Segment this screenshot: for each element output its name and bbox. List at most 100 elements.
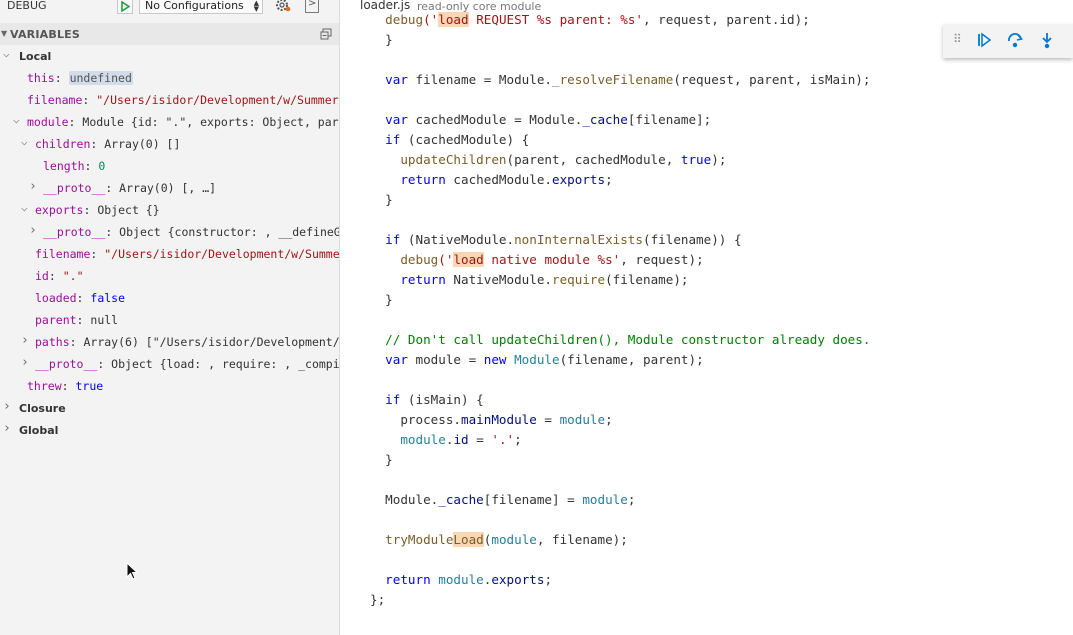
code-token: REQUEST %s parent: %s': [468, 12, 643, 27]
scope-global[interactable]: › Global: [0, 420, 339, 440]
code-token: (isMain) {: [400, 392, 484, 407]
variable-row[interactable]: ⌵ exports: Object {}: [0, 200, 339, 220]
scope-local[interactable]: ⌵ Local: [0, 46, 339, 66]
chevron-down-icon[interactable]: ⌵: [3, 46, 10, 64]
code-token: ;: [514, 432, 522, 447]
variable-row[interactable]: filename: "/Users/isidor/Development/w/S…: [0, 90, 339, 110]
code-token: return: [400, 172, 446, 187]
variable-name: id: [35, 269, 49, 283]
variable-separator: :: [76, 313, 91, 327]
chevron-down-icon[interactable]: ⌵: [13, 112, 20, 130]
debug-toolbar: ⠿: [943, 24, 1073, 58]
variable-name: exports: [35, 203, 84, 217]
chevron-right-icon[interactable]: ›: [3, 398, 11, 417]
variable-name: loaded: [35, 291, 77, 305]
variable-row[interactable]: loaded: false: [0, 288, 339, 308]
code-token: }: [370, 192, 393, 207]
code-line: var cachedModule = Module._cache[filenam…: [370, 110, 711, 130]
variables-section-header[interactable]: ▼ VARIABLES: [0, 23, 339, 45]
variable-row[interactable]: filename: "/Users/isidor/Development/w/S…: [0, 244, 339, 264]
variable-separator: :: [97, 357, 112, 371]
code-token: =: [536, 412, 560, 427]
code-token: load: [453, 252, 484, 267]
code-token: module: [400, 432, 446, 447]
chevron-right-icon[interactable]: ›: [21, 332, 29, 351]
variable-name: paths: [35, 335, 70, 349]
variable-text: module: Module {id: ".", exports: Object…: [27, 112, 339, 132]
variable-row[interactable]: this: undefined: [0, 68, 339, 88]
variable-row[interactable]: › __proto__: Array(0) [, …]: [0, 178, 339, 198]
code-token: exports: [552, 172, 606, 187]
code-token: new: [483, 352, 507, 367]
code-line: if (NativeModule.nonInternalExists(filen…: [370, 230, 741, 250]
code-token: native module %s': [483, 252, 621, 267]
variable-row[interactable]: › __proto__: Object {constructor: , __def…: [0, 222, 339, 242]
variable-text: __proto__: Object {load: , require: , _c…: [35, 354, 339, 374]
step-over-icon[interactable]: [1005, 30, 1025, 50]
code-token: mainModule: [461, 412, 537, 427]
scope-closure[interactable]: › Closure: [0, 398, 339, 418]
variable-row[interactable]: ⌵ children: Array(0) []: [0, 134, 339, 154]
variable-row[interactable]: ⌵ module: Module {id: ".", exports: Objec…: [0, 112, 339, 132]
chevron-right-icon[interactable]: ›: [21, 354, 29, 373]
code-token: [filename];: [627, 112, 712, 127]
gear-icon[interactable]: [274, 0, 292, 15]
variable-value: Array(0) []: [104, 137, 181, 151]
file-tab-title[interactable]: loader.js: [360, 0, 410, 12]
code-line: debug('load REQUEST %s parent: %s', requ…: [370, 12, 810, 30]
variable-text: children: Array(0) []: [35, 134, 180, 154]
continue-icon[interactable]: [974, 30, 994, 50]
chevron-right-icon[interactable]: ›: [29, 178, 37, 197]
variable-separator: :: [82, 93, 97, 107]
code-token: _cache: [582, 112, 628, 127]
variable-name: this: [27, 71, 55, 85]
variable-value: ".": [62, 269, 84, 283]
chevron-right-icon[interactable]: ›: [29, 222, 37, 241]
collapse-all-icon[interactable]: [320, 28, 332, 40]
code-token: module: [559, 412, 606, 427]
variable-text: paths: Array(6) ["/Users/isidor/Developm…: [35, 332, 339, 352]
chevron-right-icon[interactable]: ›: [3, 420, 11, 439]
variable-row[interactable]: threw: true: [0, 376, 339, 396]
code-line: }: [370, 450, 393, 470]
code-token: true: [680, 152, 712, 167]
variable-row[interactable]: parent: null: [0, 310, 339, 330]
variable-separator: :: [61, 379, 76, 393]
variable-text: Global: [19, 420, 58, 440]
code-token: id: [453, 432, 469, 447]
code-token: ;: [605, 172, 613, 187]
code-token: =: [468, 432, 492, 447]
variable-text: exports: Object {}: [35, 200, 160, 220]
chevron-down-icon[interactable]: ⌵: [21, 134, 28, 152]
variable-text: filename: "/Users/isidor/Development/w/S…: [27, 90, 339, 110]
variable-row[interactable]: id: ".": [0, 266, 339, 286]
code-token: (filename, parent);: [559, 352, 704, 367]
variable-value: 0: [98, 159, 106, 173]
variable-row[interactable]: › paths: Array(6) ["/Users/isidor/Develop…: [0, 332, 339, 352]
code-token: NativeModule.: [445, 272, 552, 287]
variable-separator: :: [84, 159, 99, 173]
step-into-icon[interactable]: [1037, 30, 1057, 50]
scope-label: Closure: [19, 402, 66, 415]
configuration-select[interactable]: No Configurations ▲ ▼: [139, 0, 263, 14]
code-line: if (isMain) {: [370, 390, 484, 410]
code-token: (': [438, 252, 454, 267]
debug-console-button[interactable]: >: [305, 0, 319, 13]
start-debugging-button[interactable]: [117, 0, 133, 14]
code-line: return cachedModule.exports;: [370, 170, 613, 190]
variable-name: __proto__: [43, 225, 106, 239]
code-area[interactable]: debug('load REQUEST %s parent: %s', requ…: [355, 12, 1073, 635]
variable-text: id: ".": [35, 266, 84, 286]
code-token: };: [370, 592, 386, 607]
code-token: nonInternalExists: [514, 232, 643, 247]
variable-row[interactable]: › __proto__: Object {load: , require: , _…: [0, 354, 339, 374]
variable-row[interactable]: length: 0: [0, 156, 339, 176]
code-line: tryModuleLoad(module, filename);: [370, 530, 628, 550]
code-line: }: [370, 290, 393, 310]
chevron-down-icon[interactable]: ⌵: [21, 200, 28, 218]
variable-text: __proto__: Array(0) [, …]: [43, 178, 216, 198]
code-line: // Don't call updateChildren(), Module c…: [370, 330, 870, 350]
gripper-icon[interactable]: ⠿: [953, 32, 962, 46]
